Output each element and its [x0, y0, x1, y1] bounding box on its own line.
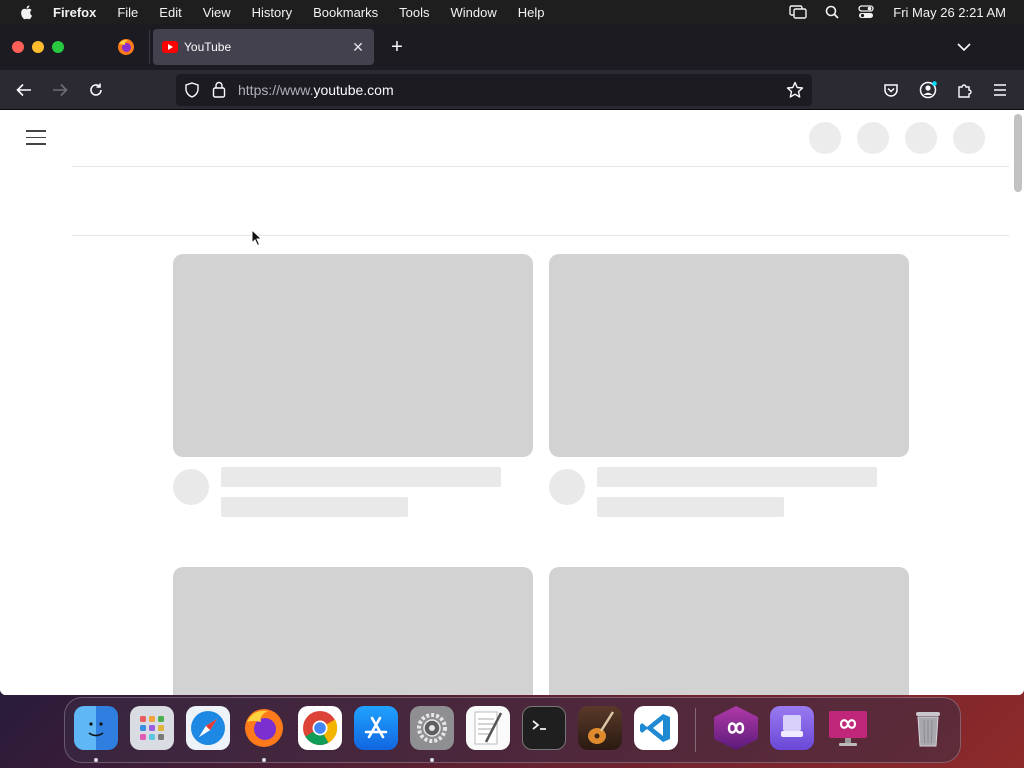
tab-close-icon[interactable]: ✕: [350, 39, 366, 55]
running-indicator-dot: [430, 758, 434, 762]
running-indicator-dot: [94, 758, 98, 762]
list-all-tabs-chevron-down-icon[interactable]: [954, 38, 974, 56]
title-line-placeholder: [221, 467, 501, 487]
window-minimize-button[interactable]: [32, 41, 44, 53]
app-store-icon[interactable]: [354, 706, 398, 750]
url-prefix: https://www.: [238, 82, 314, 98]
tab-youtube[interactable]: YouTube ✕: [153, 29, 374, 65]
safari-icon[interactable]: [186, 706, 230, 750]
video-thumbnail-placeholder: [173, 254, 533, 457]
dock-separator: [695, 708, 696, 752]
firefox-pinned-tab-icon[interactable]: [112, 36, 140, 58]
video-thumbnail-placeholder: [173, 567, 533, 695]
dock: [64, 697, 961, 763]
video-thumbnail-placeholder: [549, 254, 909, 457]
tracking-protection-shield-icon[interactable]: [184, 82, 200, 98]
remote-desktop-monitor-icon[interactable]: [826, 706, 870, 750]
menu-bookmarks[interactable]: Bookmarks: [313, 5, 378, 20]
tab-title: YouTube: [184, 40, 232, 54]
back-arrow-icon[interactable]: [12, 78, 36, 102]
running-indicator-dot: [262, 758, 266, 762]
apple-logo-icon[interactable]: [19, 4, 35, 20]
menu-edit[interactable]: Edit: [159, 5, 181, 20]
menu-bar-clock[interactable]: Fri May 26 2:21 AM: [893, 5, 1006, 20]
guide-menu-hamburger-icon[interactable]: [26, 130, 46, 146]
header-placeholder-circle: [809, 122, 841, 154]
channel-avatar-placeholder: [549, 469, 585, 505]
page-scrollbar[interactable]: [1014, 114, 1022, 192]
video-thumbnail-placeholder: [549, 567, 909, 695]
control-center-icon[interactable]: [857, 4, 875, 20]
meta-line-placeholder: [221, 497, 408, 517]
finder-icon[interactable]: [74, 706, 118, 750]
tab-separator: [149, 30, 150, 64]
trash-icon[interactable]: [906, 706, 950, 750]
screen-mirroring-icon[interactable]: [789, 4, 807, 20]
navigation-toolbar: https://www.youtube.com: [0, 70, 1024, 110]
menu-tools[interactable]: Tools: [399, 5, 429, 20]
menu-help[interactable]: Help: [518, 5, 545, 20]
header-placeholder-circle: [857, 122, 889, 154]
google-chrome-icon[interactable]: [298, 706, 342, 750]
menu-history[interactable]: History: [252, 5, 292, 20]
bookmark-star-icon[interactable]: [786, 81, 804, 99]
menu-view[interactable]: View: [203, 5, 231, 20]
youtube-page: [0, 110, 1024, 695]
launchpad-icon[interactable]: [130, 706, 174, 750]
infinity-app-icon[interactable]: [714, 706, 758, 750]
spotlight-search-icon[interactable]: [823, 4, 841, 20]
mouse-pointer-icon: [251, 229, 263, 247]
menu-file[interactable]: File: [117, 5, 138, 20]
title-line-placeholder: [597, 467, 877, 487]
browser-window: YouTube ✕ + https://www.youtube.com: [0, 24, 1024, 695]
channel-avatar-placeholder: [173, 469, 209, 505]
forward-arrow-icon[interactable]: [48, 78, 72, 102]
window-zoom-button[interactable]: [52, 41, 64, 53]
system-preferences-gear-icon[interactable]: [410, 706, 454, 750]
firefox-icon[interactable]: [242, 706, 286, 750]
pocket-icon[interactable]: [881, 80, 901, 100]
meta-line-placeholder: [597, 497, 784, 517]
new-tab-button[interactable]: +: [386, 36, 408, 58]
url-domain: youtube.com: [313, 82, 394, 98]
textedit-icon[interactable]: [466, 706, 510, 750]
url-text[interactable]: https://www.youtube.com: [238, 82, 394, 98]
menu-window[interactable]: Window: [451, 5, 497, 20]
menu-app-name[interactable]: Firefox: [53, 5, 96, 20]
extensions-puzzle-icon[interactable]: [954, 80, 974, 100]
header-divider: [72, 166, 1009, 167]
tab-bar: YouTube ✕ +: [0, 24, 1024, 70]
menu-bar: Firefox File Edit View History Bookmarks…: [0, 0, 1024, 24]
address-bar[interactable]: https://www.youtube.com: [176, 74, 812, 106]
header-placeholder-circle: [953, 122, 985, 154]
lock-icon[interactable]: [212, 81, 226, 98]
reload-icon[interactable]: [84, 78, 108, 102]
visual-studio-code-icon[interactable]: [634, 706, 678, 750]
header-placeholder-circle: [905, 122, 937, 154]
chips-divider: [72, 235, 1009, 236]
app-menu-hamburger-icon[interactable]: [990, 80, 1010, 100]
window-close-button[interactable]: [12, 41, 24, 53]
youtube-favicon-icon: [162, 41, 178, 53]
terminal-icon[interactable]: [522, 706, 566, 750]
apple-configurator-icon[interactable]: [770, 706, 814, 750]
garageband-guitar-icon[interactable]: [578, 706, 622, 750]
account-icon[interactable]: [918, 80, 938, 100]
